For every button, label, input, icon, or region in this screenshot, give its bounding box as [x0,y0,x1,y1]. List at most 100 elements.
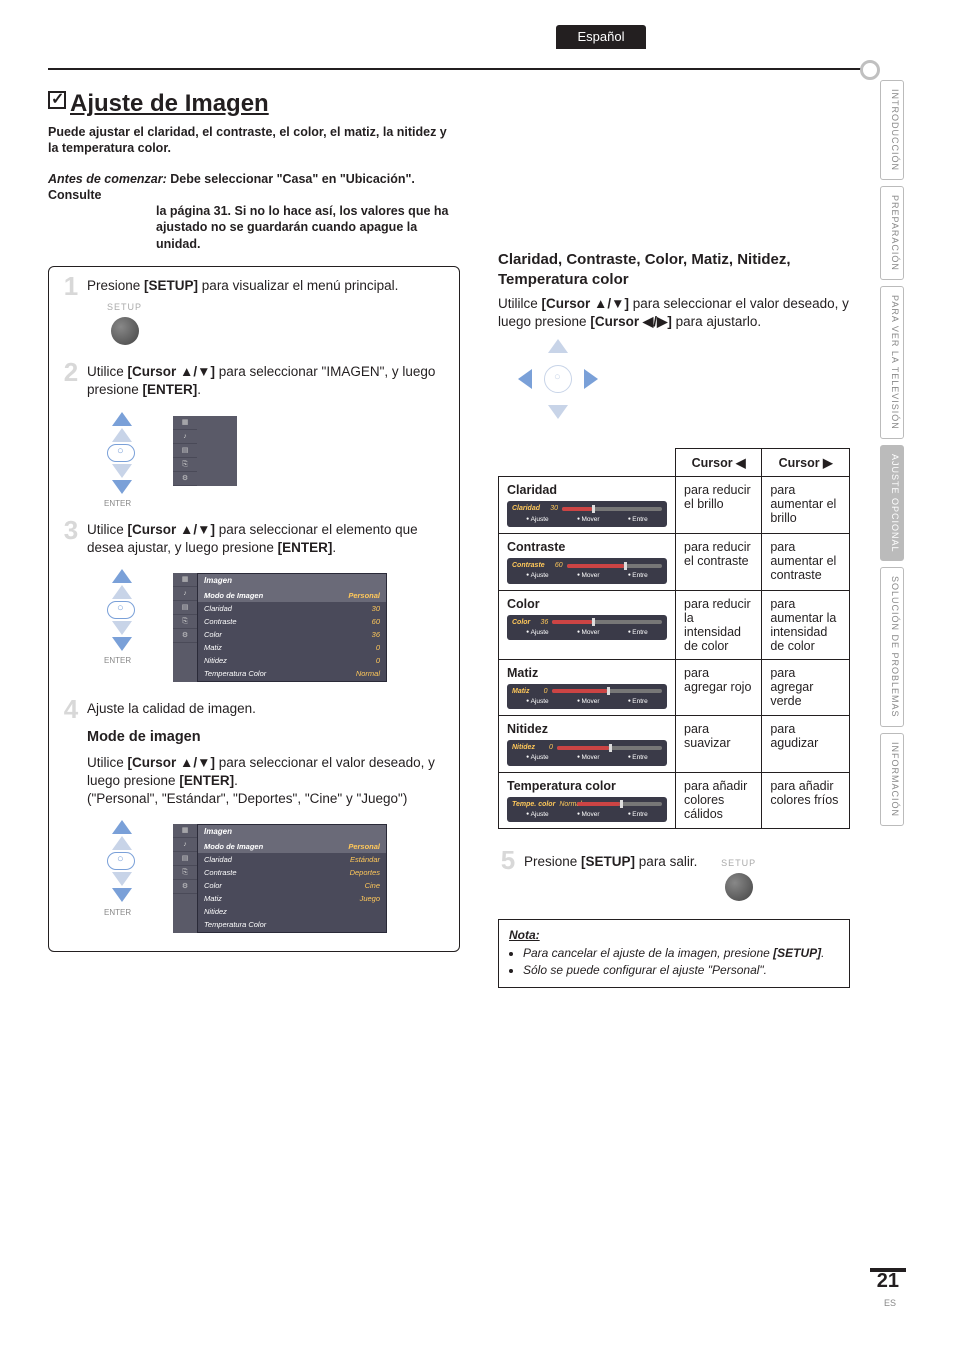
slider-track-icon [562,507,662,511]
slider-label: Tempe. color [512,800,555,809]
slider-value: 36 [534,618,548,627]
param-cell: Claridad Claridad 30 AjusteMoverEntre [499,477,676,534]
ctrl-mover: Mover [577,811,599,819]
slider-label: Contraste [512,561,545,570]
page-number: 21 [877,1270,899,1293]
setup-label: SETUP [721,857,756,869]
slider-value: 0 [534,687,548,696]
menu-side-icons: ▦♪▤⎘⚙ [173,416,197,486]
setup-dot-icon [725,873,753,901]
step1-btn: [SETUP] [144,278,198,293]
menu-row: MatizJuego [198,893,386,906]
effect-left: para agregar rojo [676,659,762,716]
title-text: Ajuste de Imagen [70,90,269,117]
section-sidebar: INTRODUCCIÓNPREPARACIÓNPARA VER LA TELEV… [880,80,904,826]
param-cell: Temperatura color Tempe. color Normal Aj… [499,772,676,829]
setup-dot-icon [111,317,139,345]
note-list: Para cancelar el ajuste de la imagen, pr… [523,946,839,977]
sidebar-tab: AJUSTE OPCIONAL [880,445,904,562]
intro-text: Puede ajustar el claridad, el contraste,… [48,124,460,157]
step-number: 1 [59,271,83,302]
param-name: Contraste [507,540,667,554]
menu-val: Cine [316,879,386,892]
menu-row: Nitidez [198,906,386,919]
sidebar-tab: PARA VER LA TELEVISIÓN [880,286,904,439]
ctrl-ajuste: Ajuste [526,698,549,706]
ctrl-entre: Entre [628,698,648,706]
ctrl-ajuste: Ajuste [526,516,549,524]
step-3: 3 Utilice [Cursor ▲/▼] para seleccionar … [61,521,447,682]
step5-btn: [SETUP] [581,854,635,869]
effect-left: para añadir colores cálidos [676,772,762,829]
menu-title: Imagen [198,574,386,589]
slider-value: 0 [539,743,553,752]
slider-label: Color [512,618,530,627]
step-body: Utilice [Cursor ▲/▼] para seleccionar "I… [87,363,447,503]
menu-val: Juego [316,893,386,906]
menu-val: 30 [316,602,386,615]
slider-label: Nitidez [512,743,535,752]
menu-val: Personal [316,589,386,602]
menu-val: 0 [316,655,386,668]
step-body: Ajuste la calidad de imagen. Mode de ima… [87,700,447,933]
sidebar-tab: SOLUCIÓN DE PROBLEMAS [880,567,904,727]
effect-right: para agregar verde [762,659,850,716]
slider-label: Claridad [512,504,540,513]
effect-left: para reducir el brillo [676,477,762,534]
table-row: Nitidez Nitidez 0 AjusteMoverEntre para … [499,716,850,773]
menu-key: Nitidez [198,655,316,668]
effect-right: para aumentar el contraste [762,533,850,590]
page-title: Ajuste de Imagen [48,90,460,118]
menu-key: Nitidez [198,906,316,919]
table-row: Contraste Contraste 60 AjusteMoverEntre … [499,533,850,590]
setup-button-graphic: SETUP [107,301,142,345]
step2-text: Utilice [Cursor ▲/▼] para seleccionar "I… [87,364,435,397]
slider-mini: Color 36 AjusteMoverEntre [507,615,667,641]
menu-row: Claridad30 [198,602,386,615]
ctrl-entre: Entre [628,572,648,580]
table-head-cursor-right: Cursor ▶ [762,449,850,477]
ctrl-ajuste: Ajuste [526,629,549,637]
step-body: Presione [SETUP] para salir. SETUP [524,851,850,901]
right-heading: Claridad, Contraste, Color, Matiz, Nitid… [498,250,850,289]
menu-imagen: Imagen Modo de ImagenPersonalClaridad30C… [197,573,387,682]
dpad-updown-icon: ENTER [87,816,157,906]
param-name: Color [507,597,667,611]
sidebar-tab: PREPARACIÓN [880,186,904,280]
slider-track-icon [557,746,662,750]
menu-side-icons: ▦♪▤⎘⚙ [173,573,197,682]
step1-pre: Presione [87,278,144,293]
step-4: 4 Ajuste la calidad de imagen. Mode de i… [61,700,447,933]
setup-label: SETUP [107,301,142,313]
mode-de-imagen-options: ("Personal", "Estándar", "Deportes", "Ci… [87,790,447,808]
right-text: Utililce [Cursor ▲/▼] para seleccionar e… [498,295,850,331]
menu-row: ClaridadEstándar [198,853,386,866]
param-name: Matiz [507,666,667,680]
menu-row: Contraste60 [198,615,386,628]
menu-imagen: Imagen Modo de ImagenPersonalClaridadEst… [197,824,387,933]
step-body: Presione [SETUP] para visualizar el menú… [87,277,447,345]
table-row: Claridad Claridad 30 AjusteMoverEntre pa… [499,477,850,534]
ctrl-mover: Mover [577,754,599,762]
menu-val: Normal [316,668,386,681]
menu-row: Modo de ImagenPersonal [198,840,386,853]
table-head-cursor-left: Cursor ◀ [676,449,762,477]
mode-de-imagen-heading: Mode de imagen [87,728,447,748]
effect-left: para reducir el contraste [676,533,762,590]
menu-val: 60 [316,615,386,628]
mode-de-imagen-text: Utilice [Cursor ▲/▼] para seleccionar el… [87,754,447,790]
adjustment-table: Cursor ◀ Cursor ▶ Claridad Claridad 30 A… [498,448,850,829]
menu-key: Matiz [198,893,316,906]
menu-val: 0 [316,642,386,655]
header-circle-deco [860,60,880,80]
ctrl-mover: Mover [577,572,599,580]
step-number: 3 [59,515,83,546]
menu-key: Temperatura Color [198,919,316,932]
effect-right: para aumentar el brillo [762,477,850,534]
menu-key: Modo de Imagen [198,840,316,853]
param-name: Claridad [507,483,667,497]
slider-track-icon [552,620,662,624]
table-row: Matiz Matiz 0 AjusteMoverEntre para agre… [499,659,850,716]
enter-label: ENTER [104,499,131,510]
menu-title: Imagen [198,825,386,840]
